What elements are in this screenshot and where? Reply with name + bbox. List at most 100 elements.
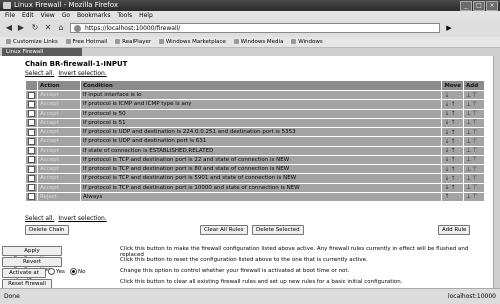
invert-selection-link[interactable]: Invert selection.: [58, 215, 106, 222]
maximize-button[interactable]: □: [473, 1, 485, 11]
url-bar[interactable]: [70, 23, 440, 33]
rule-action-link[interactable]: Accept: [37, 126, 81, 138]
select-all-link[interactable]: Select all.: [25, 70, 54, 77]
row-checkbox[interactable]: [28, 174, 35, 182]
table-row: Accept If protocol is 51 ↓↑ ⊥⊤: [25, 117, 485, 129]
url-input[interactable]: [85, 25, 385, 32]
move-arrows-icon[interactable]: ↓↑: [441, 108, 464, 119]
radio-icon: [48, 268, 55, 275]
chain-title: Chain BR-firewall-1-INPUT: [25, 60, 128, 68]
boot-no-radio[interactable]: No: [70, 268, 85, 275]
add-rule-icon[interactable]: ⊥⊤: [463, 108, 485, 119]
bookmark-item[interactable]: Customize Links: [6, 39, 58, 45]
forward-icon[interactable]: ▶: [16, 23, 26, 33]
reset-firewall-desc: Click this button to clear all existing …: [120, 279, 403, 285]
minimize-button[interactable]: _: [460, 1, 472, 11]
row-checkbox[interactable]: [28, 193, 35, 201]
rule-condition: If state of connection is ESTABLISHED,RE…: [79, 145, 443, 156]
add-rule-icon[interactable]: ⊥⊤: [463, 99, 485, 110]
menu-go[interactable]: Go: [62, 12, 70, 19]
boot-yes-radio[interactable]: Yes: [48, 268, 65, 275]
rule-action-link[interactable]: Reject: [37, 191, 81, 203]
bookmark-item[interactable]: Windows Marketplace: [158, 39, 226, 45]
row-checkbox[interactable]: [28, 156, 35, 164]
stop-icon[interactable]: ✕: [43, 23, 53, 33]
move-arrows-icon[interactable]: ↓↑: [441, 163, 464, 175]
rule-action-link[interactable]: Accept: [37, 154, 81, 166]
menu-file[interactable]: File: [5, 12, 15, 19]
tab-linux-firewall[interactable]: Linux Firewall: [2, 48, 82, 56]
add-rule-icon[interactable]: ⊥⊤: [463, 173, 485, 184]
add-rule-icon[interactable]: ⊥⊤: [463, 145, 485, 156]
row-checkbox[interactable]: [28, 91, 35, 99]
add-rule-button[interactable]: Add Rule: [438, 225, 471, 235]
row-checkbox[interactable]: [28, 184, 35, 192]
move-arrows-icon[interactable]: ↓↑: [441, 117, 464, 129]
bookmark-item[interactable]: Windows: [291, 39, 323, 45]
row-checkbox[interactable]: [28, 165, 35, 173]
delete-chain-button[interactable]: Delete Chain: [25, 225, 69, 235]
add-rule-icon[interactable]: ⊥⊤: [463, 182, 485, 193]
move-arrows-icon[interactable]: ↓↑: [441, 136, 464, 147]
bookmarks-toolbar: Customize Links Free Hotmail RealPlayer …: [0, 37, 500, 48]
back-icon[interactable]: ◀: [4, 23, 14, 33]
bookmark-icon: [115, 39, 121, 44]
invert-selection-link[interactable]: Invert selection.: [58, 70, 106, 77]
go-button[interactable]: ▶: [443, 23, 455, 33]
row-checkbox[interactable]: [28, 147, 35, 155]
delete-selected-button[interactable]: Delete Selected: [252, 225, 304, 235]
rule-action-link[interactable]: Accept: [37, 99, 81, 110]
clear-all-rules-button[interactable]: Clear All Rules: [200, 225, 248, 235]
vertical-scrollbar[interactable]: [493, 56, 500, 288]
move-arrows-icon[interactable]: ↑: [441, 191, 464, 203]
move-arrows-icon[interactable]: ↓↑: [441, 126, 464, 138]
rule-action-link[interactable]: Accept: [37, 117, 81, 129]
select-all-link[interactable]: Select all.: [25, 215, 54, 222]
menu-tools[interactable]: Tools: [117, 12, 132, 19]
bookmark-item[interactable]: Free Hotmail: [65, 39, 107, 45]
rule-action-link[interactable]: Accept: [37, 108, 81, 119]
add-rule-icon[interactable]: ⊥⊤: [463, 163, 485, 175]
home-icon[interactable]: ⌂: [56, 23, 66, 33]
row-checkbox[interactable]: [28, 100, 35, 108]
add-rule-icon[interactable]: ⊥⊤: [463, 117, 485, 129]
rule-action-link[interactable]: Accept: [37, 163, 81, 175]
table-row: Accept If protocol is UDP and destination…: [25, 126, 485, 138]
menu-bookmarks[interactable]: Bookmarks: [77, 12, 111, 19]
row-checkbox[interactable]: [28, 137, 35, 145]
rule-action-link[interactable]: Accept: [37, 136, 81, 147]
add-rule-icon[interactable]: ⊥⊤: [463, 126, 485, 138]
move-arrows-icon[interactable]: ↓↑: [441, 99, 464, 110]
row-checkbox[interactable]: [28, 128, 35, 136]
add-rule-icon[interactable]: ⊥⊤: [463, 191, 485, 203]
move-arrows-icon[interactable]: ↓↑: [441, 173, 464, 184]
reload-icon[interactable]: ↻: [30, 23, 40, 33]
menu-edit[interactable]: Edit: [22, 12, 34, 19]
row-checkbox[interactable]: [28, 119, 35, 127]
add-rule-icon[interactable]: ⊥⊤: [463, 89, 485, 101]
add-rule-icon[interactable]: ⊥⊤: [463, 136, 485, 147]
revert-configuration-button[interactable]: Revert Configuration: [2, 257, 62, 273]
activate-at-boot-button[interactable]: Activate at boot?: [2, 268, 46, 284]
rule-action-link[interactable]: Accept: [37, 89, 81, 101]
move-arrows-icon[interactable]: ↓↑: [441, 154, 464, 166]
add-rule-icon[interactable]: ⊥⊤: [463, 154, 485, 166]
status-text: Done: [4, 293, 20, 300]
row-checkbox[interactable]: [28, 110, 35, 118]
move-arrows-icon[interactable]: ↓↑: [441, 182, 464, 193]
rule-action-link[interactable]: Accept: [37, 145, 81, 156]
rule-action-link[interactable]: Accept: [37, 182, 81, 193]
bookmark-icon: [65, 39, 71, 44]
move-arrows-icon[interactable]: ↓: [441, 89, 464, 101]
rule-condition: If protocol is TCP and destination port …: [79, 163, 443, 175]
close-button[interactable]: ×: [486, 1, 498, 11]
rule-action-link[interactable]: Accept: [37, 173, 81, 184]
menu-view[interactable]: View: [41, 12, 55, 19]
move-arrows-icon[interactable]: ↓↑: [441, 145, 464, 156]
menu-help[interactable]: Help: [139, 12, 153, 19]
apply-configuration-button[interactable]: Apply Configuration: [2, 246, 62, 262]
header-condition: Condition: [79, 80, 443, 91]
rule-condition: If protocol is 50: [79, 108, 443, 119]
bookmark-item[interactable]: Windows Media: [233, 39, 283, 45]
bookmark-item[interactable]: RealPlayer: [115, 39, 151, 45]
